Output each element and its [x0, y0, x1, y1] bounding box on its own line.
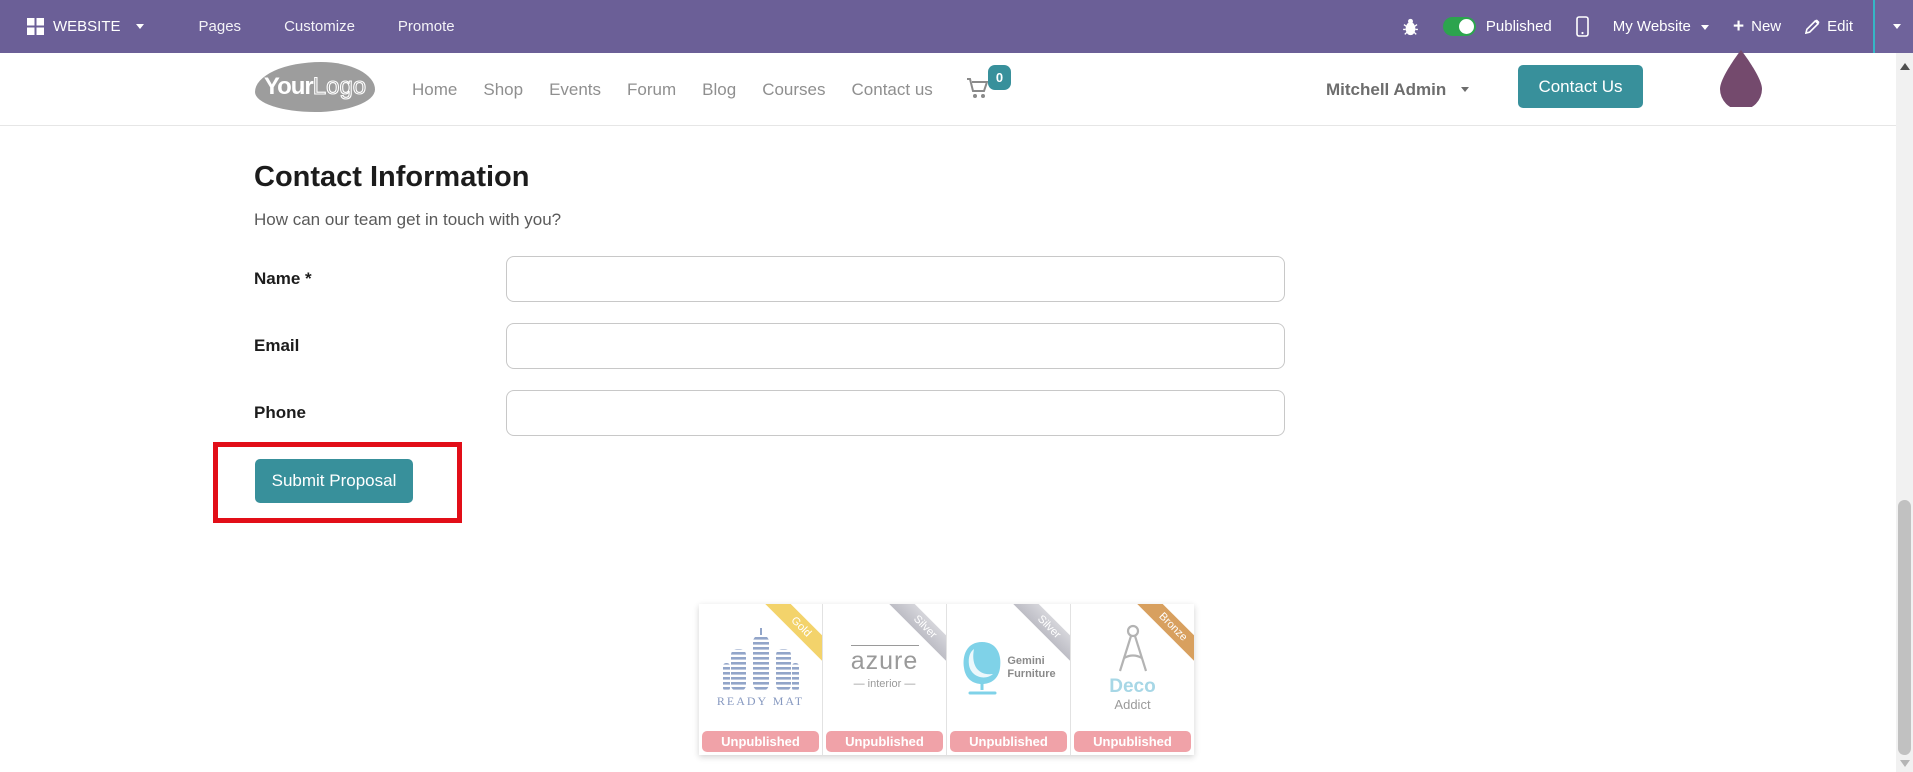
- nav-events[interactable]: Events: [549, 80, 601, 100]
- mobile-preview-icon[interactable]: [1575, 16, 1589, 37]
- nav-home[interactable]: Home: [412, 80, 457, 100]
- nav-blog[interactable]: Blog: [702, 80, 736, 100]
- published-toggle[interactable]: [1442, 17, 1476, 36]
- partner-card-deco-addict[interactable]: Bronze Deco Addict Unpublished: [1071, 604, 1194, 755]
- published-label: Published: [1485, 18, 1552, 35]
- menu-customize[interactable]: Customize: [284, 18, 355, 35]
- site-nav: Home Shop Events Forum Blog Courses Cont…: [412, 53, 933, 126]
- my-website-menu[interactable]: My Website: [1612, 18, 1710, 35]
- app-label: WEBSITE: [53, 18, 121, 35]
- bug-icon[interactable]: [1402, 18, 1419, 36]
- my-website-label: My Website: [1612, 18, 1691, 35]
- vertical-scrollbar[interactable]: [1896, 53, 1913, 772]
- toggle-knob: [1458, 19, 1474, 34]
- name-label: Name *: [254, 269, 312, 288]
- email-field[interactable]: [506, 323, 1285, 369]
- ready-mat-logo: READY MAT: [699, 604, 822, 731]
- scroll-up-arrow-icon[interactable]: [1900, 63, 1910, 70]
- partner-cards: Gold READY MAT Unpublished Silver azure …: [699, 604, 1194, 755]
- pencil-icon: [1805, 19, 1820, 34]
- plus-icon: +: [1733, 16, 1745, 37]
- partner-name: azure: [850, 647, 919, 675]
- azure-logo: azure — interior —: [823, 604, 946, 731]
- user-menu[interactable]: Mitchell Admin: [1326, 53, 1470, 126]
- site-logo[interactable]: Your Logo: [255, 62, 375, 112]
- partner-name: Deco: [1109, 676, 1156, 697]
- partner-name: Gemini: [1007, 654, 1045, 667]
- chevron-down-icon: [135, 24, 144, 29]
- nav-courses[interactable]: Courses: [762, 80, 825, 100]
- partner-card-azure-interior[interactable]: Silver azure — interior — Unpublished: [823, 604, 946, 755]
- nav-forum[interactable]: Forum: [627, 80, 676, 100]
- egg-chair-icon: [963, 641, 1001, 694]
- submit-proposal-button[interactable]: Submit Proposal: [255, 459, 413, 503]
- backend-navbar: WEBSITE Pages Customize Promote Publishe…: [0, 0, 1913, 53]
- menu-website-apps[interactable]: WEBSITE: [27, 18, 144, 35]
- avatar[interactable]: [1719, 49, 1763, 107]
- new-label: New: [1751, 18, 1782, 35]
- logo-text-your: Your: [263, 73, 314, 100]
- unpublished-badge: Unpublished: [950, 731, 1067, 752]
- name-field[interactable]: [506, 256, 1285, 302]
- cart-count-badge: 0: [988, 65, 1011, 90]
- phone-field[interactable]: [506, 390, 1285, 436]
- user-menu-label: Mitchell Admin: [1326, 79, 1447, 99]
- email-label: Email: [254, 336, 300, 355]
- logo-rule: [850, 645, 919, 646]
- compass-icon: [1118, 624, 1147, 672]
- unpublished-badge: Unpublished: [826, 731, 943, 752]
- partner-name-2: Addict: [1114, 697, 1151, 712]
- nav-shop[interactable]: Shop: [483, 80, 523, 100]
- page-subtitle: How can our team get in touch with you?: [254, 210, 562, 229]
- menu-pages[interactable]: Pages: [199, 18, 242, 35]
- menu-promote[interactable]: Promote: [398, 18, 455, 35]
- skyscrapers-icon: [722, 627, 799, 691]
- partner-card-ready-mat[interactable]: Gold READY MAT Unpublished: [699, 604, 822, 755]
- chevron-down-icon: [1461, 87, 1470, 92]
- page-title: Contact Information: [254, 161, 530, 193]
- cart-icon: [967, 78, 989, 98]
- cart-button[interactable]: 0: [966, 65, 1011, 101]
- deco-addict-logo: Deco Addict: [1071, 604, 1194, 731]
- phone-label: Phone: [254, 403, 306, 422]
- chevron-down-icon: [1701, 24, 1710, 30]
- chevron-down-icon: [1893, 24, 1901, 29]
- unpublished-badge: Unpublished: [1074, 731, 1191, 752]
- partner-card-gemini-furniture[interactable]: Silver Gemini Furniture Unpublished: [947, 604, 1070, 755]
- partner-name-2: Furniture: [1007, 667, 1056, 680]
- unpublished-badge: Unpublished: [702, 731, 819, 752]
- edit-button[interactable]: Edit: [1805, 18, 1853, 35]
- gemini-logo: Gemini Furniture: [947, 604, 1070, 731]
- apps-grid-icon: [27, 18, 44, 35]
- nav-contact-us[interactable]: Contact us: [852, 80, 933, 100]
- scrollbar-thumb[interactable]: [1898, 500, 1911, 755]
- scroll-down-arrow-icon[interactable]: [1900, 760, 1910, 767]
- edit-label: Edit: [1827, 18, 1853, 35]
- systray-overflow-button[interactable]: [1873, 0, 1913, 53]
- partner-name: READY MAT: [716, 693, 805, 708]
- contact-us-button[interactable]: Contact Us: [1518, 65, 1643, 108]
- logo-text-logo: Logo: [312, 72, 367, 100]
- partner-tagline: — interior —: [853, 678, 916, 690]
- screen: WEBSITE Pages Customize Promote Publishe…: [0, 0, 1913, 772]
- site-header: Your Logo Home Shop Events Forum Blog Cou…: [0, 50, 1896, 126]
- new-button[interactable]: + New: [1733, 17, 1781, 36]
